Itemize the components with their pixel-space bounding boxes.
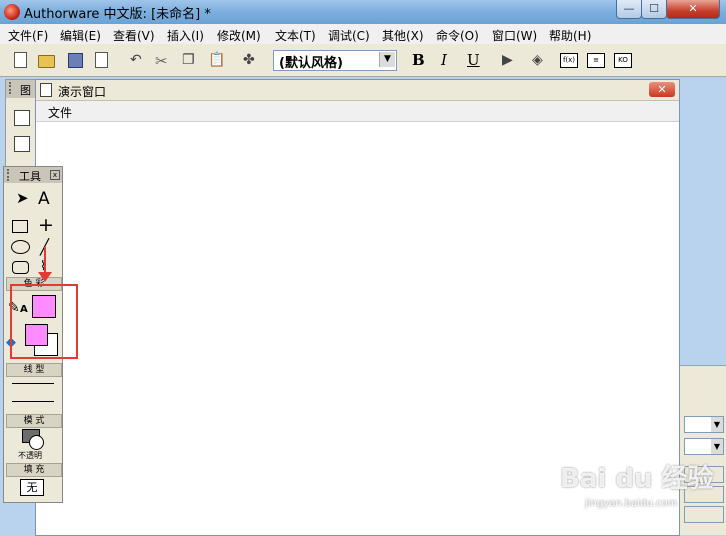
text-tool[interactable]: A	[38, 189, 50, 209]
menu-edit[interactable]: 编辑(E)	[60, 27, 101, 44]
line-type-section-label: 线 型	[6, 363, 62, 377]
cut-icon[interactable]: ✂	[155, 52, 173, 70]
annotation-arrow-icon	[38, 272, 52, 282]
style-select-value: (默认风格)	[279, 56, 343, 71]
maximize-button[interactable]: ☐	[641, 0, 667, 19]
new-file-icon[interactable]	[14, 52, 27, 68]
window-title: Authorware 中文版: [未命名] *	[24, 7, 211, 22]
import-icon[interactable]	[95, 52, 108, 68]
mode-value: 不透明	[18, 451, 42, 460]
menu-window[interactable]: 窗口(W)	[492, 27, 537, 44]
copy-icon[interactable]: ❐	[182, 52, 200, 68]
run-icon[interactable]: ▶	[502, 52, 520, 68]
title-bar: Authorware 中文版: [未命名] * — ☐ ✕	[0, 0, 726, 24]
presentation-window-titlebar: 演示窗口 ✕	[36, 80, 679, 101]
line-type-medium[interactable]	[12, 401, 54, 402]
icon-palette-title: 图	[6, 80, 36, 98]
italic-button[interactable]: I	[441, 51, 447, 69]
grip-icon[interactable]	[9, 82, 15, 94]
motion-icon[interactable]	[14, 136, 30, 152]
variables-icon[interactable]: ≡	[587, 53, 605, 68]
menu-command[interactable]: 命令(O)	[436, 27, 479, 44]
presentation-menu-file[interactable]: 文件	[48, 104, 72, 121]
undo-icon[interactable]: ↶	[130, 52, 148, 68]
presentation-window-close-button[interactable]: ✕	[649, 82, 675, 97]
toolbar: ↶ ✂ ❐ 📋 ✤ (默认风格) ▼ B I U ▶ ◈ f(x) ≡ KO	[0, 44, 726, 77]
control-panel-icon[interactable]: ◈	[532, 52, 550, 68]
highlight-annotation-box	[10, 284, 78, 359]
tools-palette-title: 工具 x	[4, 167, 62, 183]
presentation-window-title: 演示窗口	[58, 85, 107, 99]
property-select-2[interactable]: ▼	[684, 438, 724, 455]
knowledge-objects-icon[interactable]: KO	[614, 53, 632, 68]
authorware-app-icon	[4, 4, 20, 20]
tools-close-icon[interactable]: x	[50, 170, 60, 180]
menu-help[interactable]: 帮助(H)	[549, 27, 591, 44]
underline-button[interactable]: U	[467, 51, 480, 69]
baidu-watermark: Bai du 经验	[560, 464, 714, 494]
minimize-button[interactable]: —	[616, 0, 642, 19]
chevron-down-icon[interactable]: ▼	[379, 52, 395, 67]
grip-icon[interactable]	[7, 169, 13, 181]
chevron-down-icon[interactable]: ▼	[711, 439, 723, 454]
line-type-thin[interactable]	[12, 383, 54, 384]
mode-section-label: 模 式	[6, 414, 62, 428]
paste-icon[interactable]: 📋	[208, 52, 226, 68]
save-icon[interactable]	[68, 53, 83, 68]
chevron-down-icon[interactable]: ▼	[711, 417, 723, 432]
cross-tool[interactable]: +	[38, 214, 54, 236]
presentation-window-icon	[40, 83, 52, 97]
menu-other[interactable]: 其他(X)	[382, 27, 424, 44]
menu-text[interactable]: 文本(T)	[275, 27, 316, 44]
style-select[interactable]: (默认风格) ▼	[273, 50, 397, 71]
rectangle-tool-icon[interactable]	[12, 220, 28, 233]
find-icon[interactable]: ✤	[243, 52, 261, 68]
ellipse-tool-icon[interactable]	[11, 240, 30, 254]
open-folder-icon[interactable]	[38, 55, 55, 68]
menu-view[interactable]: 查看(V)	[113, 27, 155, 44]
presentation-menu-bar: 文件	[36, 101, 679, 122]
pointer-tool-icon[interactable]: ➤	[16, 189, 29, 207]
menu-modify[interactable]: 修改(M)	[217, 27, 261, 44]
icon-palette: 图	[5, 79, 37, 171]
menu-bar: 文件(F) 编辑(E) 查看(V) 插入(I) 修改(M) 文本(T) 调试(C…	[0, 24, 726, 44]
functions-icon[interactable]: f(x)	[560, 53, 578, 68]
rounded-rectangle-tool-icon[interactable]	[12, 261, 29, 274]
fill-pattern-button[interactable]: 无	[20, 479, 44, 496]
property-select-1[interactable]: ▼	[684, 416, 724, 433]
menu-file[interactable]: 文件(F)	[8, 27, 48, 44]
mode-front-circle[interactable]	[29, 435, 44, 450]
bold-button[interactable]: B	[412, 51, 425, 69]
menu-insert[interactable]: 插入(I)	[167, 27, 204, 44]
menu-debug[interactable]: 调试(C)	[328, 27, 370, 44]
baidu-watermark-url: jingyan.baidu.com	[585, 498, 678, 509]
display-icon[interactable]	[14, 110, 30, 126]
close-button[interactable]: ✕	[666, 0, 720, 19]
properties-panel-edge: ▼ ▼	[680, 365, 726, 535]
fill-section-label: 填 充	[6, 463, 62, 477]
property-field-3[interactable]	[684, 506, 724, 523]
